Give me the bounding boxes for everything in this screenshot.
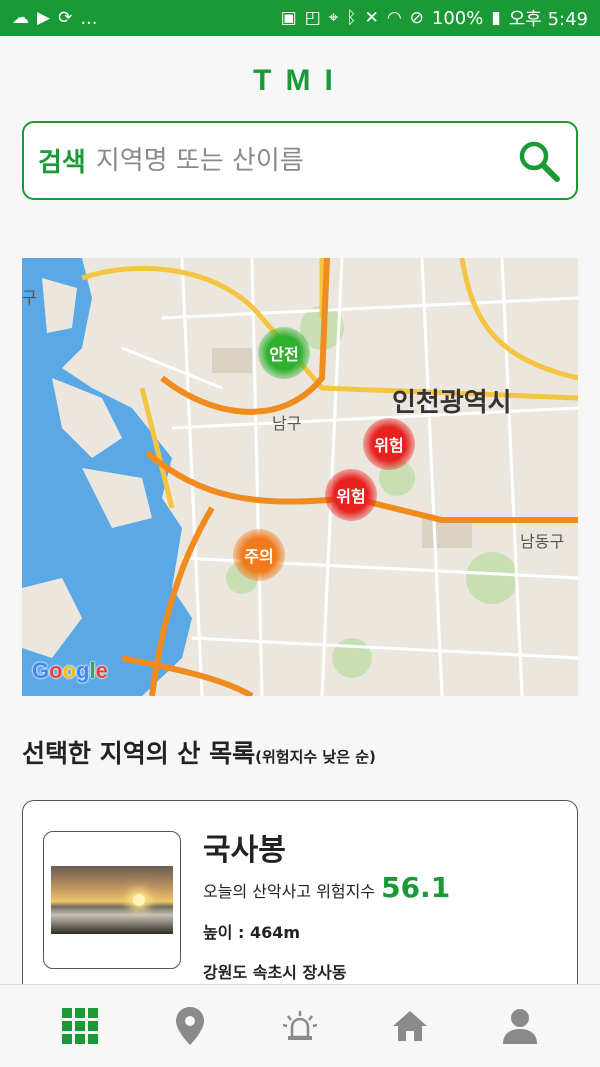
no-disturb-icon: ⊘ (409, 7, 424, 28)
search-icon[interactable] (516, 138, 562, 184)
risk-value: 56.1 (381, 871, 451, 904)
mountain-location: 강원도 속초시 장사동 (203, 963, 347, 982)
cast-icon: ◰ (304, 7, 321, 28)
sun-graphic (133, 894, 145, 906)
risk-row: 오늘의 산악사고 위험지수 56.1 (203, 871, 450, 904)
nav-list-button[interactable] (50, 996, 110, 1056)
list-heading: 선택한 지역의 산 목록(위험지수 낮은 순) (22, 734, 376, 770)
location-icon: ⌖ (328, 7, 339, 28)
status-time: 오후 5:49 (508, 9, 588, 30)
map-edge-label: 구 (22, 288, 37, 307)
map-marker-danger[interactable]: 위험 (363, 418, 415, 470)
wifi-icon: ◠ (386, 7, 402, 28)
status-right: ▣ ◰ ⌖ ᛒ ✕ ◠ ⊘ 100% ▮ 오후 5:49 (281, 5, 588, 31)
mountain-thumbnail (51, 866, 173, 934)
mountain-thumbnail-frame (43, 831, 181, 969)
home-icon (393, 1011, 427, 1041)
mute-icon: ✕ (364, 7, 379, 28)
status-ellipsis: ... (80, 7, 98, 29)
battery-percent: 100% (431, 7, 484, 29)
sync-icon: ⟳ (58, 7, 73, 28)
map-city-label: 인천광역시 (392, 388, 512, 418)
map-marker-danger[interactable]: 위험 (325, 469, 377, 521)
battery-saver-icon: ▣ (280, 7, 297, 28)
nav-map-button[interactable] (160, 996, 220, 1056)
location-pin-icon (176, 1007, 204, 1045)
map-marker-safe[interactable]: 안전 (258, 327, 310, 379)
list-title: 선택한 지역의 산 목록 (22, 739, 256, 768)
nav-alert-button[interactable] (270, 996, 330, 1056)
status-left: ☁ ▶ ⟳ ... (12, 8, 98, 29)
nav-home-button[interactable] (380, 996, 440, 1056)
mountain-name: 국사봉 (203, 833, 286, 868)
list-subtitle: (위험지수 낮은 순) (255, 748, 376, 766)
map-view[interactable]: 인천광역시 남구 남동구 구 안전 위험 위험 주의 Google (22, 258, 578, 696)
nav-profile-button[interactable] (490, 996, 550, 1056)
mountain-height: 높이 : 464m (203, 923, 301, 942)
cloud-icon: ☁ (12, 7, 29, 28)
map-marker-caution[interactable]: 주의 (233, 529, 285, 581)
map-district-label: 남동구 (520, 532, 565, 551)
app-title: TMI (253, 64, 347, 97)
status-bar: ☁ ▶ ⟳ ... ▣ ◰ ⌖ ᛒ ✕ ◠ ⊘ 100% ▮ 오후 5:49 (0, 0, 600, 36)
search-label: 검색 (38, 148, 86, 178)
map-tiles (22, 258, 578, 696)
bottom-nav (0, 984, 600, 1067)
risk-label: 오늘의 산악사고 위험지수 (203, 882, 376, 901)
search-input[interactable] (95, 145, 516, 176)
google-logo: Google (32, 658, 108, 683)
map-district-label: 남구 (272, 414, 302, 433)
battery-icon: ▮ (491, 7, 501, 28)
bluetooth-icon: ᛒ (346, 7, 357, 28)
video-icon: ▶ (37, 7, 51, 28)
siren-icon (283, 1011, 317, 1040)
search-bar[interactable]: 검색 (22, 121, 578, 200)
grid-icon (62, 1008, 98, 1044)
profile-icon (503, 1009, 537, 1044)
